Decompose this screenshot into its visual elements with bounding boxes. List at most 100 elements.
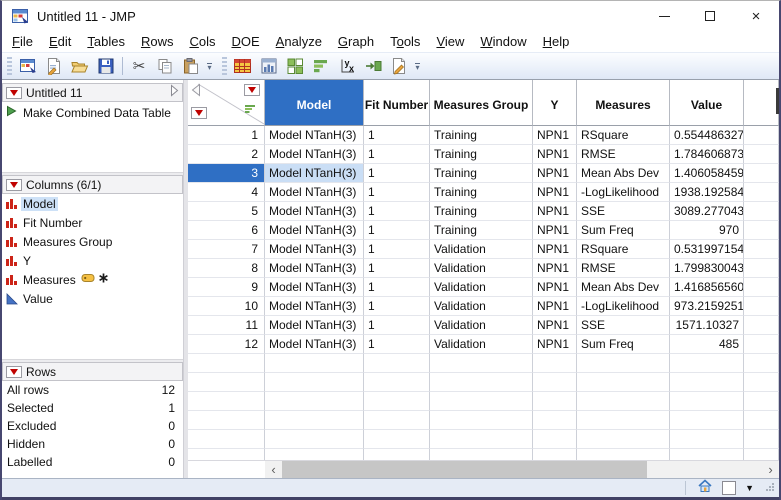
data-cell[interactable]: RMSE <box>577 145 670 164</box>
data-cell[interactable] <box>364 354 430 373</box>
rows-red-triangle-button[interactable] <box>191 107 207 119</box>
data-cell[interactable] <box>533 392 577 411</box>
data-cell[interactable] <box>577 373 670 392</box>
new-journal-icon[interactable] <box>42 55 66 77</box>
column-header-value[interactable]: Value <box>670 80 744 126</box>
data-cell[interactable]: 1 <box>364 145 430 164</box>
data-cell[interactable]: NPN1 <box>533 335 577 354</box>
fit-y-by-x-icon[interactable] <box>283 55 307 77</box>
column-header-measures[interactable]: Measures <box>577 80 670 126</box>
data-cell[interactable]: -LogLikelihood <box>577 297 670 316</box>
data-cell[interactable]: NPN1 <box>533 202 577 221</box>
data-cell[interactable] <box>265 354 364 373</box>
data-cell[interactable]: Model NTanH(3) <box>265 183 364 202</box>
minimize-button[interactable] <box>641 1 687 31</box>
maximize-button[interactable] <box>687 1 733 31</box>
data-cell[interactable] <box>577 430 670 449</box>
data-cell[interactable]: 1.7846068738 <box>670 145 744 164</box>
data-cell[interactable] <box>670 354 744 373</box>
collapse-panels-icon[interactable] <box>191 83 201 102</box>
column-item-model[interactable]: Model <box>2 194 183 213</box>
grid-corner-cell[interactable] <box>188 80 265 126</box>
column-item-fit-number[interactable]: Fit Number <box>2 213 183 232</box>
row-number-cell[interactable] <box>188 373 265 392</box>
data-cell[interactable]: Model NTanH(3) <box>265 126 364 145</box>
data-cell[interactable] <box>533 354 577 373</box>
data-cell[interactable] <box>577 411 670 430</box>
row-number-cell[interactable]: 9 <box>188 278 265 297</box>
rows-stat-hidden[interactable]: Hidden 0 <box>2 435 183 453</box>
data-cell[interactable] <box>364 430 430 449</box>
distribution-icon[interactable] <box>257 55 281 77</box>
row-number-cell[interactable]: 4 <box>188 183 265 202</box>
data-cell[interactable] <box>670 430 744 449</box>
data-cell[interactable] <box>265 411 364 430</box>
graph-builder-icon[interactable] <box>309 55 333 77</box>
data-cell[interactable]: Training <box>430 126 533 145</box>
data-cell[interactable]: NPN1 <box>533 126 577 145</box>
red-triangle-menu-button[interactable] <box>6 178 22 191</box>
row-number-cell[interactable]: 3 <box>188 164 265 183</box>
data-cell[interactable]: 1 <box>364 240 430 259</box>
data-cell[interactable]: Validation <box>430 297 533 316</box>
column-item-measures[interactable]: Measures <box>2 270 183 289</box>
menu-doe[interactable]: DOE <box>223 32 267 51</box>
v-scrollbar-thumb[interactable] <box>776 88 779 114</box>
data-cell[interactable]: NPN1 <box>533 259 577 278</box>
row-number-cell[interactable] <box>188 430 265 449</box>
column-header-fit-number[interactable]: Fit Number <box>364 80 430 126</box>
columns-red-triangle-button[interactable] <box>244 84 260 96</box>
status-dropdown-icon[interactable]: ▼ <box>745 483 754 493</box>
data-cell[interactable]: NPN1 <box>533 221 577 240</box>
data-cell[interactable]: SSE <box>577 202 670 221</box>
data-cell[interactable]: Model NTanH(3) <box>265 316 364 335</box>
data-cell[interactable]: -LogLikelihood <box>577 183 670 202</box>
data-cell[interactable]: Mean Abs Dev <box>577 278 670 297</box>
row-number-cell[interactable] <box>188 354 265 373</box>
data-cell[interactable]: Training <box>430 221 533 240</box>
data-cell[interactable] <box>430 373 533 392</box>
data-cell[interactable]: Validation <box>430 278 533 297</box>
data-cell[interactable] <box>430 354 533 373</box>
column-item-y[interactable]: Y <box>2 251 183 270</box>
data-cell[interactable] <box>265 373 364 392</box>
data-cell[interactable] <box>430 430 533 449</box>
row-number-cell[interactable] <box>188 392 265 411</box>
open-icon[interactable] <box>68 55 92 77</box>
menu-cols[interactable]: Cols <box>181 32 223 51</box>
script-item-make-combined-data-table[interactable]: Make Combined Data Table <box>2 102 183 120</box>
data-cell[interactable]: 1 <box>364 316 430 335</box>
data-cell[interactable] <box>265 392 364 411</box>
data-cell[interactable]: Model NTanH(3) <box>265 259 364 278</box>
data-cell[interactable]: Validation <box>430 335 533 354</box>
row-number-cell[interactable]: 5 <box>188 202 265 221</box>
data-cell[interactable]: Mean Abs Dev <box>577 164 670 183</box>
red-triangle-menu-button[interactable] <box>6 365 22 378</box>
data-cell[interactable] <box>670 392 744 411</box>
column-item-measures-group[interactable]: Measures Group <box>2 232 183 251</box>
data-cell[interactable]: 1 <box>364 221 430 240</box>
menu-window[interactable]: Window <box>472 32 534 51</box>
menu-rows[interactable]: Rows <box>133 32 182 51</box>
data-cell[interactable]: 1 <box>364 202 430 221</box>
data-cell[interactable] <box>577 392 670 411</box>
column-item-value[interactable]: Value <box>2 289 183 308</box>
status-checkbox[interactable] <box>722 481 737 495</box>
toolbar-overflow-icon[interactable]: ▾ <box>204 56 215 76</box>
data-cell[interactable] <box>430 411 533 430</box>
red-triangle-menu-button[interactable] <box>6 86 22 99</box>
data-cell[interactable]: RSquare <box>577 126 670 145</box>
data-cell[interactable] <box>533 430 577 449</box>
data-cell[interactable]: SSE <box>577 316 670 335</box>
data-cell[interactable]: Validation <box>430 316 533 335</box>
data-cell[interactable]: NPN1 <box>533 278 577 297</box>
panel-collapse-chevron-icon[interactable] <box>170 83 179 102</box>
data-cell[interactable]: Model NTanH(3) <box>265 221 364 240</box>
data-cell[interactable]: Model NTanH(3) <box>265 164 364 183</box>
rows-stat-excluded[interactable]: Excluded 0 <box>2 417 183 435</box>
data-cell[interactable]: 1.4060584594 <box>670 164 744 183</box>
data-cell[interactable] <box>430 392 533 411</box>
toolbar-grip[interactable] <box>222 57 227 75</box>
data-cell[interactable]: NPN1 <box>533 164 577 183</box>
data-cell[interactable] <box>533 373 577 392</box>
